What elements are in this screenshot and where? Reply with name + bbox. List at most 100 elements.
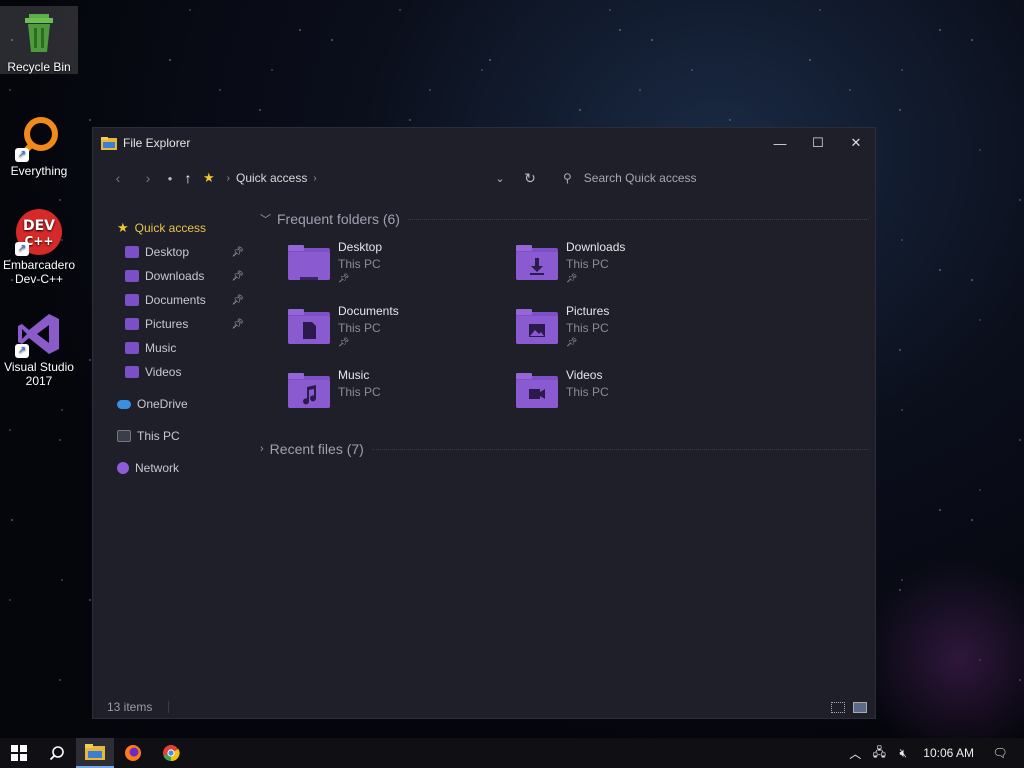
sidebar-item-quick-access[interactable]: ★ Quick access — [93, 216, 258, 240]
sidebar-item-label: Network — [135, 461, 180, 475]
sidebar-item-downloads[interactable]: Downloads 📌︎ — [93, 264, 258, 288]
taskbar-clock[interactable]: 10:06 AM — [923, 746, 974, 760]
recent-locations-button[interactable]: ● — [163, 174, 177, 183]
folder-location: This PC — [566, 257, 609, 271]
shortcut-arrow-icon: ↗ — [15, 344, 29, 358]
sidebar-item-pictures[interactable]: Pictures 📌︎ — [93, 312, 258, 336]
quick-access-star-icon: ★ — [203, 170, 215, 185]
taskbar-chrome[interactable] — [152, 738, 190, 768]
network-globe-icon — [117, 462, 129, 474]
sidebar-item-network[interactable]: Network — [93, 456, 258, 480]
desktop-icon-label: Recycle Bin — [7, 60, 71, 74]
onedrive-cloud-icon — [117, 399, 131, 409]
up-button[interactable]: ↑ — [177, 170, 199, 186]
large-icons-view-button[interactable] — [853, 701, 867, 713]
sidebar-item-label: Videos — [145, 365, 182, 379]
folder-location: This PC — [338, 257, 381, 271]
breadcrumb-separator[interactable]: › — [313, 173, 316, 184]
search-icon: ⚲ — [563, 171, 572, 185]
desktop-icon-devcpp[interactable]: DEV C++ ↗ Embarcadero Dev-C++ — [0, 202, 78, 286]
desktop-icon-recycle-bin[interactable]: Recycle Bin — [0, 6, 78, 74]
sidebar-item-label: Downloads — [145, 269, 205, 283]
volume-muted-icon[interactable]: 🔇︎ — [891, 746, 915, 761]
folder-downloads[interactable]: Downloads This PC 📌︎ — [516, 238, 744, 302]
pin-icon: 📌︎ — [566, 273, 578, 283]
back-button[interactable]: ‹ — [103, 170, 133, 186]
navigation-pane: ★ Quick access Desktop 📌︎ Downloads 📌︎ D… — [93, 216, 258, 480]
folder-music[interactable]: Music This PC — [288, 366, 516, 430]
breadcrumb-separator: › — [226, 172, 230, 184]
desktop-folder-icon — [125, 246, 139, 258]
window-title: File Explorer — [123, 136, 191, 150]
show-hidden-icons-chevron-up-icon[interactable]: ︿ — [843, 745, 867, 762]
sidebar-item-label: Documents — [145, 293, 206, 307]
folder-name: Desktop — [338, 240, 383, 254]
system-tray: ︿ 🖧︎ 🔇︎ 10:06 AM 🗨︎ — [843, 743, 1024, 764]
chevron-right-icon: › — [260, 443, 264, 455]
sidebar-item-documents[interactable]: Documents 📌︎ — [93, 288, 258, 312]
folder-location: This PC — [566, 321, 609, 335]
sidebar-item-label: Desktop — [145, 245, 190, 259]
refresh-button[interactable]: ↻ — [515, 170, 545, 187]
desktop-icon-visual-studio[interactable]: ↗ Visual Studio 2017 — [0, 304, 78, 388]
folder-name: Pictures — [566, 304, 610, 318]
windows-logo-icon — [11, 745, 27, 761]
search-icon — [49, 746, 64, 761]
chevron-down-icon: ﹀ — [260, 214, 271, 226]
folder-location: This PC — [338, 385, 381, 399]
pin-icon: 📌︎ — [231, 270, 244, 282]
visual-studio-icon: ↗ — [15, 310, 63, 358]
network-icon[interactable]: 🖧︎ — [867, 743, 891, 764]
sidebar-item-music[interactable]: Music — [93, 336, 258, 360]
sidebar-item-this-pc[interactable]: This PC — [93, 424, 258, 448]
sidebar-item-videos[interactable]: Videos — [93, 360, 258, 384]
folder-pictures[interactable]: Pictures This PC 📌︎ — [516, 302, 744, 366]
search-button[interactable] — [38, 738, 76, 768]
action-center-icon[interactable]: 🗨︎ — [988, 746, 1012, 760]
folder-location: This PC — [338, 321, 381, 335]
desktop-icon-everything[interactable]: ↗ Everything — [0, 108, 78, 178]
pin-icon: 📌︎ — [338, 273, 350, 283]
title-bar[interactable]: File Explorer — ☐ ✕ — [93, 128, 875, 158]
sidebar-item-desktop[interactable]: Desktop 📌︎ — [93, 240, 258, 264]
maximize-button[interactable]: ☐ — [799, 128, 837, 158]
folder-documents[interactable]: Documents This PC 📌︎ — [288, 302, 516, 366]
downloads-folder-icon — [516, 245, 558, 280]
status-divider — [168, 701, 170, 713]
documents-folder-icon — [288, 309, 330, 344]
search-box[interactable]: ⚲ Search Quick access — [545, 171, 875, 185]
desktop-icon-label: Everything — [10, 164, 68, 178]
status-bar: 13 items — [93, 696, 875, 718]
folder-videos[interactable]: Videos This PC — [516, 366, 744, 430]
sidebar-item-onedrive[interactable]: OneDrive — [93, 392, 258, 416]
sidebar-item-label: Quick access — [134, 221, 207, 235]
taskbar-file-explorer[interactable] — [76, 738, 114, 768]
everything-icon: ↗ — [15, 114, 63, 162]
details-view-button[interactable] — [831, 701, 845, 713]
search-placeholder: Search Quick access — [583, 171, 697, 185]
breadcrumb-quick-access[interactable]: Quick access — [236, 171, 307, 185]
forward-button[interactable]: › — [133, 170, 163, 186]
taskbar-firefox[interactable] — [114, 738, 152, 768]
minimize-button[interactable]: — — [761, 128, 799, 158]
start-button[interactable] — [0, 738, 38, 768]
desktop-folder-icon — [288, 245, 330, 280]
shortcut-arrow-icon: ↗ — [15, 242, 29, 256]
frequent-folders-header[interactable]: ﹀ Frequent folders (6) — [258, 206, 875, 232]
videos-folder-icon — [125, 366, 139, 378]
pin-icon: 📌︎ — [231, 294, 244, 306]
close-button[interactable]: ✕ — [837, 128, 875, 158]
group-divider — [371, 448, 869, 450]
file-explorer-icon — [101, 136, 117, 150]
music-folder-icon — [288, 373, 330, 408]
content-pane: ﹀ Frequent folders (6) Desktop This PC 📌… — [258, 206, 875, 462]
recent-files-header[interactable]: › Recent files (7) — [258, 436, 875, 462]
documents-folder-icon — [125, 294, 139, 306]
star-icon: ★ — [117, 220, 129, 235]
shortcut-arrow-icon: ↗ — [15, 148, 29, 162]
address-dropdown-button[interactable]: ⌄ — [485, 172, 515, 185]
downloads-folder-icon — [125, 270, 139, 282]
file-explorer-window: File Explorer — ☐ ✕ ‹ › ● ↑ ★ › Quick ac… — [92, 127, 876, 719]
folder-desktop[interactable]: Desktop This PC 📌︎ — [288, 238, 516, 302]
frequent-folders-grid: Desktop This PC 📌︎ Downloads This PC 📌︎ — [258, 232, 875, 430]
